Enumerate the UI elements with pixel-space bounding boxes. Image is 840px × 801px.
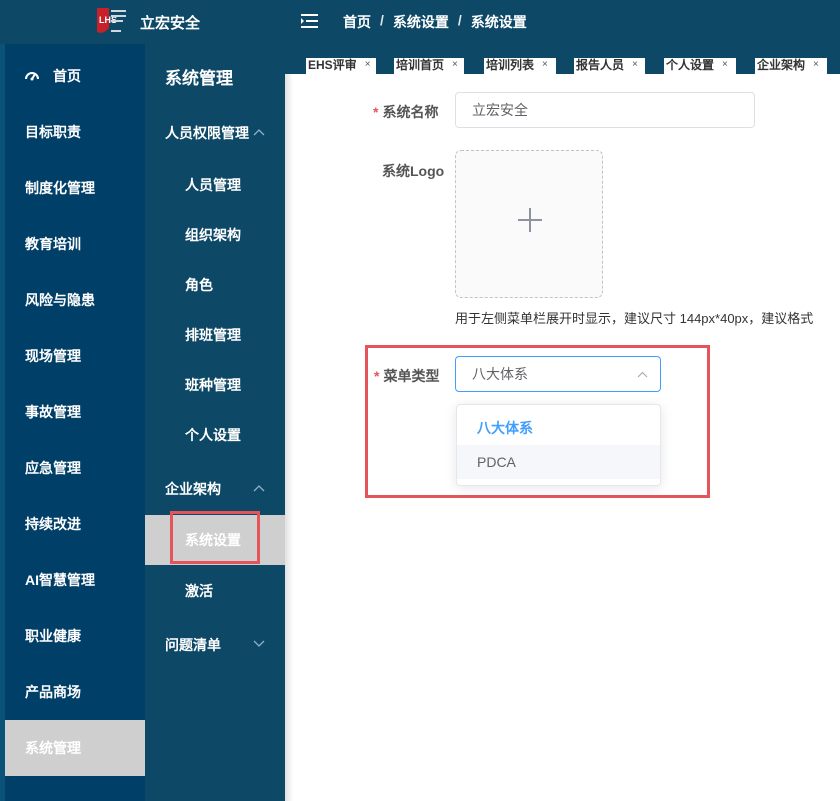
nav-label: 教育培训 — [25, 236, 81, 252]
nav-label: 持续改进 — [25, 516, 81, 532]
plus-icon — [529, 208, 531, 232]
highlight-box-menu-type — [365, 345, 710, 498]
company-shield-logo-icon: LHS — [97, 8, 126, 33]
breadcrumb-separator: / — [457, 12, 462, 28]
nav-education[interactable]: 教育培训 — [5, 216, 145, 272]
submenu-item-activation[interactable]: 激活 — [145, 566, 285, 616]
system-logo-label: 系统Logo — [382, 163, 445, 179]
submenu-permissions[interactable]: 人员权限管理 — [165, 123, 249, 143]
dashboard-icon — [25, 72, 39, 81]
brand: LHS 立宏安全 — [0, 0, 285, 44]
tab-label: 报告人员 — [576, 58, 625, 72]
brand-name: 立宏安全 — [140, 15, 201, 32]
chevron-down-icon[interactable] — [253, 640, 265, 648]
nav-label: 首页 — [53, 68, 81, 84]
tab-close-icon[interactable]: × — [813, 58, 819, 72]
tab-label: 培训列表 — [486, 58, 535, 72]
logo-upload[interactable] — [455, 150, 603, 298]
required-mark: * — [373, 104, 379, 120]
submenu-item-label: 人员管理 — [185, 177, 241, 193]
nav-label: 事故管理 — [25, 404, 81, 420]
chevron-up-icon[interactable] — [253, 484, 265, 492]
submenu-label: 人员权限管理 — [165, 125, 249, 141]
tab-enterprise-structure[interactable]: 企业架构 × — [755, 58, 827, 74]
nav-label: AI智慧管理 — [25, 572, 95, 588]
submenu-item-shift-types[interactable]: 班种管理 — [145, 360, 285, 410]
tags-bar: EHS评审 × 培训首页 × 培训列表 × 报告人员 × 个人设置 × 企业架构… — [285, 44, 840, 74]
highlight-box-system-settings — [170, 511, 260, 564]
nav-goals[interactable]: 目标职责 — [5, 104, 145, 160]
nav-label: 目标职责 — [25, 124, 81, 140]
submenu-item-roles[interactable]: 角色 — [145, 260, 285, 310]
nav-health[interactable]: 职业健康 — [5, 608, 145, 664]
tab-personal-settings[interactable]: 个人设置 × — [664, 58, 736, 74]
system-name-input[interactable]: 立宏安全 — [455, 92, 755, 128]
nav-label: 应急管理 — [25, 460, 81, 476]
submenu-item-personnel[interactable]: 人员管理 — [145, 160, 285, 210]
breadcrumb-system-settings[interactable]: 系统设置 — [393, 12, 449, 32]
content-shadow — [285, 74, 293, 801]
submenu-item-label: 激活 — [185, 583, 213, 599]
nav-home[interactable]: 首页 — [5, 48, 145, 104]
nav-risk[interactable]: 风险与隐患 — [5, 272, 145, 328]
tab-label: 个人设置 — [666, 58, 715, 72]
top-header: LHS 立宏安全 首页 / 系统设置 / 系统设置 — [0, 0, 840, 44]
tab-close-icon[interactable]: × — [722, 58, 728, 72]
primary-sidebar: 首页 目标职责 制度化管理 教育培训 风险与隐患 现场管理 事故管理 应急管理 … — [0, 44, 145, 801]
submenu-item-shifts[interactable]: 排班管理 — [145, 310, 285, 360]
submenu-item-label: 角色 — [185, 277, 213, 293]
nav-label: 现场管理 — [25, 348, 81, 364]
nav-ai[interactable]: AI智慧管理 — [5, 552, 145, 608]
nav-label: 风险与隐患 — [25, 292, 95, 308]
submenu-item-personal-settings[interactable]: 个人设置 — [145, 410, 285, 460]
breadcrumb-separator: / — [380, 12, 384, 28]
tab-report-personnel[interactable]: 报告人员 × — [574, 58, 645, 74]
logo-hint: 用于左侧菜单栏展开时显示，建议尺寸 144px*40px，建议格式 — [455, 311, 814, 326]
nav-store[interactable]: 产品商场 — [5, 664, 145, 720]
tab-label: EHS评审 — [308, 58, 357, 72]
nav-institution[interactable]: 制度化管理 — [5, 160, 145, 216]
nav-site[interactable]: 现场管理 — [5, 328, 145, 384]
tab-training-list[interactable]: 培训列表 × — [484, 58, 556, 74]
submenu-item-label: 排班管理 — [185, 327, 241, 343]
secondary-sidebar-title: 系统管理 — [165, 69, 233, 88]
tab-close-icon[interactable]: × — [542, 58, 548, 72]
breadcrumb: 首页 / 系统设置 / 系统设置 — [343, 12, 527, 32]
tab-ehs-review[interactable]: EHS评审 × — [306, 58, 376, 74]
submenu-enterprise[interactable]: 企业架构 — [165, 479, 221, 499]
submenu-issues[interactable]: 问题清单 — [165, 635, 221, 655]
breadcrumb-home[interactable]: 首页 — [343, 12, 371, 32]
submenu-item-org-chart[interactable]: 组织架构 — [145, 210, 285, 260]
tab-training-home[interactable]: 培训首页 × — [394, 58, 464, 74]
secondary-sidebar: 系统管理 人员权限管理 人员管理 组织架构 角色 排班管理 班种管理 个人设置 … — [145, 44, 285, 801]
nav-improvement[interactable]: 持续改进 — [5, 496, 145, 552]
nav-emergency[interactable]: 应急管理 — [5, 440, 145, 496]
chevron-up-icon[interactable] — [253, 128, 265, 136]
submenu-label: 企业架构 — [165, 481, 221, 497]
nav-system-management[interactable]: 系统管理 — [5, 720, 145, 776]
nav-label: 产品商场 — [25, 684, 81, 700]
submenu-item-label: 班种管理 — [185, 377, 241, 393]
tab-label: 培训首页 — [396, 58, 445, 72]
nav-label: 系统管理 — [25, 740, 81, 756]
tab-close-icon[interactable]: × — [365, 58, 371, 72]
tab-close-icon[interactable]: × — [632, 58, 638, 72]
system-name-label: * 系统名称 — [373, 104, 439, 120]
tab-close-icon[interactable]: × — [452, 58, 458, 72]
nav-accident[interactable]: 事故管理 — [5, 384, 145, 440]
menu-fold-icon[interactable] — [300, 12, 320, 30]
breadcrumb-current: 系统设置 — [470, 14, 527, 30]
tab-label: 企业架构 — [757, 58, 806, 72]
submenu-item-label: 组织架构 — [185, 227, 241, 243]
submenu-label: 问题清单 — [165, 637, 221, 653]
nav-label: 制度化管理 — [25, 180, 95, 196]
nav-label: 职业健康 — [25, 628, 81, 644]
submenu-item-label: 个人设置 — [185, 427, 241, 443]
